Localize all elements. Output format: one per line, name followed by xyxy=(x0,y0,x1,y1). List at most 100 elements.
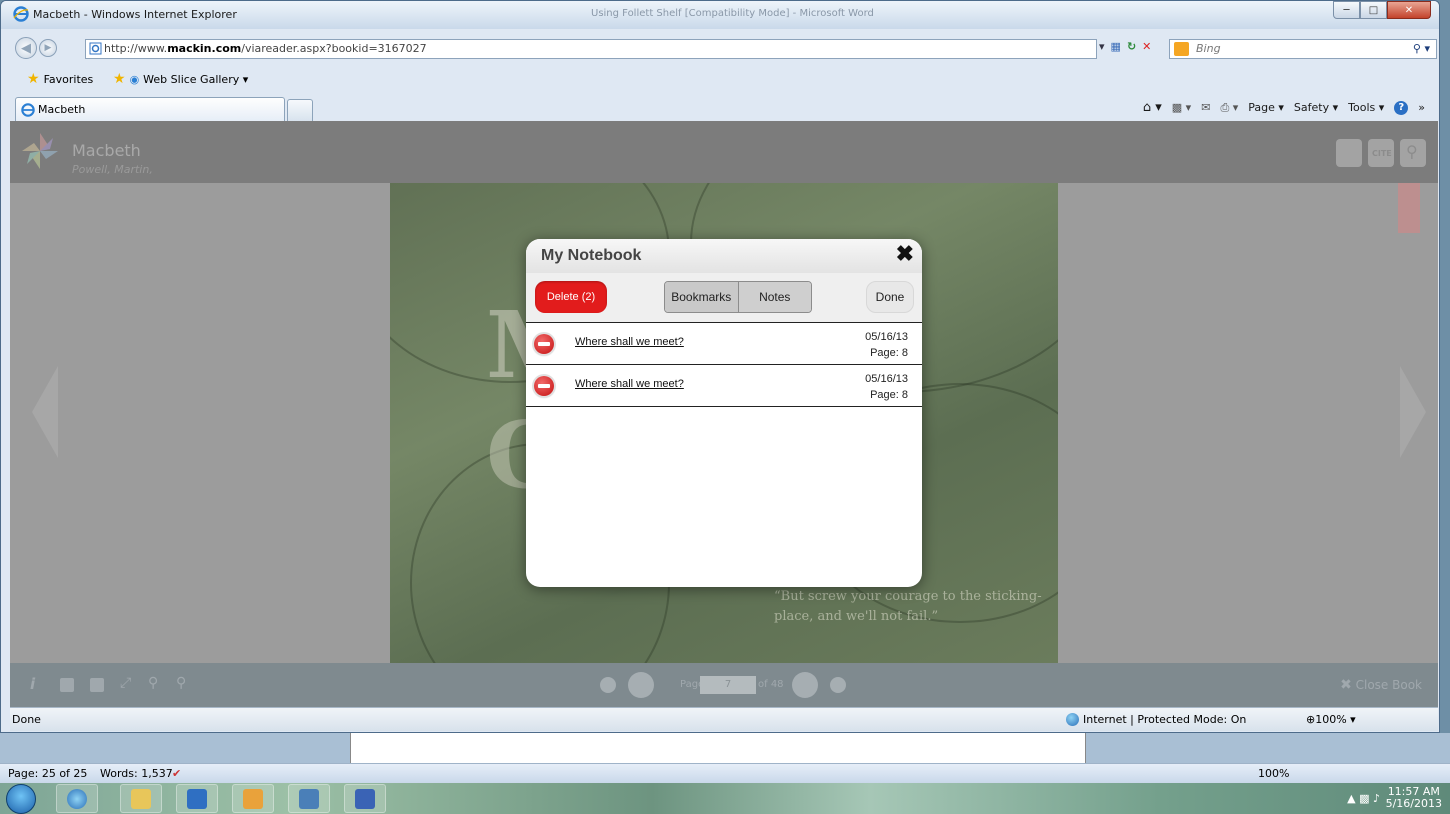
page-edge-ribbon xyxy=(1398,183,1420,233)
safety-menu[interactable]: Safety ▾ xyxy=(1294,101,1338,114)
web-slice-label: Web Slice Gallery ▾ xyxy=(143,72,249,86)
next-page-button[interactable] xyxy=(792,672,818,698)
book-author: Powell, Martin, xyxy=(72,163,153,176)
status-text: Done xyxy=(12,713,41,726)
chevron-more-icon[interactable]: » xyxy=(1418,101,1425,114)
first-page-button[interactable] xyxy=(600,677,616,693)
maximize-button[interactable]: □ xyxy=(1360,1,1387,19)
internet-explorer-icon xyxy=(21,103,35,117)
notebook-tool-button[interactable] xyxy=(1336,139,1362,167)
search-icon[interactable]: ⚲ ▾ xyxy=(1413,40,1430,58)
forward-button[interactable]: ▶ xyxy=(39,39,57,57)
close-book-button[interactable]: ✖ Close Book xyxy=(1340,677,1422,693)
delete-button[interactable]: Delete (2) xyxy=(535,281,607,313)
web-slice-gallery[interactable]: ★ ◉ Web Slice Gallery ▾ xyxy=(113,71,248,87)
add-favorite-icon: ★ xyxy=(113,71,126,87)
zoom-in-icon[interactable]: ⚲ xyxy=(148,675,162,691)
cover-quote: “But screw your courage to the sticking-… xyxy=(774,589,1042,624)
folder-icon xyxy=(131,788,151,809)
taskbar-ie-button[interactable] xyxy=(56,784,98,813)
tab-macbeth[interactable]: Macbeth xyxy=(15,97,285,121)
search-input[interactable]: Bing ⚲ ▾ xyxy=(1169,39,1437,59)
word-zoom-level[interactable]: 100% xyxy=(1258,767,1289,780)
taskbar-explorer-button[interactable] xyxy=(120,784,162,813)
entry-page: Page: 8 xyxy=(870,389,908,401)
tray-clock[interactable]: 11:57 AM 5/16/2013 xyxy=(1386,786,1442,810)
refresh-icon[interactable]: ↻ xyxy=(1127,40,1136,53)
page-number-input[interactable]: 7 xyxy=(700,676,756,694)
minimize-button[interactable]: ─ xyxy=(1333,1,1360,19)
arrow-right-icon: ▶ xyxy=(44,43,52,53)
address-bar[interactable]: http://www.mackin.com/viareader.aspx?boo… xyxy=(85,39,1097,59)
remove-item-icon[interactable] xyxy=(534,376,554,396)
notes-tool-icon[interactable] xyxy=(60,678,74,692)
tray-icons[interactable]: ▲ ▩ ♪ xyxy=(1347,792,1380,805)
bookmark-link[interactable]: Where shall we meet? xyxy=(575,336,684,348)
info-icon[interactable]: i xyxy=(30,675,44,693)
page-menu[interactable]: Page ▾ xyxy=(1248,101,1284,114)
word-word-count[interactable]: Words: 1,537 xyxy=(100,767,173,780)
list-item: Where shall we meet? 05/16/13 Page: 8 xyxy=(526,323,922,365)
address-dropdown-icon[interactable]: ▾ xyxy=(1099,40,1105,53)
start-button[interactable] xyxy=(6,784,36,814)
search-placeholder: Bing xyxy=(1196,42,1221,55)
taskbar-word-button[interactable] xyxy=(344,784,386,813)
close-icon: ✕ xyxy=(1404,4,1414,16)
remove-item-icon[interactable] xyxy=(534,334,554,354)
security-zone[interactable]: Internet | Protected Mode: On xyxy=(1066,713,1246,726)
star-icon: ★ xyxy=(27,71,40,87)
entry-date: 05/16/13 xyxy=(865,373,908,385)
close-icon[interactable]: ✖ xyxy=(896,241,914,267)
taskbar-outlook-button[interactable] xyxy=(176,784,218,813)
background-window-title: Using Follett Shelf [Compatibility Mode]… xyxy=(591,8,874,19)
mail-icon[interactable]: ✉ xyxy=(1201,101,1210,114)
bookmark-link[interactable]: Where shall we meet? xyxy=(575,378,684,390)
entry-page: Page: 8 xyxy=(870,347,908,359)
cite-icon: CITE xyxy=(1372,149,1392,158)
previous-page-button[interactable] xyxy=(628,672,654,698)
stop-icon[interactable]: ✕ xyxy=(1142,40,1151,53)
favorites-button[interactable]: ★ Favorites xyxy=(27,71,93,87)
cite-tool-button[interactable]: CITE xyxy=(1368,139,1394,167)
close-book-label: Close Book xyxy=(1355,678,1422,692)
internet-explorer-icon xyxy=(13,6,29,22)
remote-desktop-icon xyxy=(299,788,319,809)
home-icon[interactable]: ⌂ ▾ xyxy=(1143,100,1162,115)
tab-bookmarks[interactable]: Bookmarks xyxy=(665,282,739,312)
taskbar-remote-button[interactable] xyxy=(288,784,330,813)
previous-page-arrow[interactable] xyxy=(32,366,58,458)
search-tool-button[interactable]: ⚲ xyxy=(1400,139,1426,167)
magnifier-icon: ⚲ xyxy=(1406,142,1418,161)
notebook-toolbar: Delete (2) Bookmarks Notes Done xyxy=(526,273,922,323)
done-button[interactable]: Done xyxy=(866,281,914,313)
address-row: ◀ ▶ http://www.mackin.com/viareader.aspx… xyxy=(1,37,1439,61)
window-title: Macbeth - Windows Internet Explorer xyxy=(33,8,237,21)
url-domain: mackin.com xyxy=(167,42,242,55)
url-prefix: http://www. xyxy=(104,42,168,55)
zone-label: Internet | Protected Mode: On xyxy=(1083,713,1247,726)
tab-row: Macbeth ⌂ ▾ ▩ ▾ ✉ ⎙ ▾ Page ▾ Safety ▾ To… xyxy=(1,95,1439,121)
reader-header: Macbeth Powell, Martin, CITE ⚲ xyxy=(10,121,1438,183)
print-icon[interactable]: ⎙ ▾ xyxy=(1220,101,1238,115)
spelling-check-icon[interactable]: ✔ xyxy=(172,767,181,780)
zoom-out-icon[interactable]: ⚲ xyxy=(176,675,190,691)
fullscreen-icon[interactable]: ⤢ xyxy=(120,675,134,691)
tab-notes[interactable]: Notes xyxy=(738,282,811,312)
tools-menu[interactable]: Tools ▾ xyxy=(1348,101,1384,114)
taskbar-app-button[interactable] xyxy=(232,784,274,813)
help-icon[interactable]: ? xyxy=(1394,100,1409,115)
notebook-segmented-control: Bookmarks Notes xyxy=(664,281,812,313)
zoom-control[interactable]: ⊕100% ▾ xyxy=(1306,713,1356,726)
last-page-button[interactable] xyxy=(830,677,846,693)
tab-label: Macbeth xyxy=(38,103,86,116)
feeds-icon[interactable]: ▩ ▾ xyxy=(1172,101,1191,114)
clock-date: 5/16/2013 xyxy=(1385,797,1442,810)
globe-icon xyxy=(1066,713,1079,726)
word-page-count[interactable]: Page: 25 of 25 xyxy=(8,767,87,780)
compatibility-view-icon[interactable]: ▦ xyxy=(1111,40,1121,53)
close-window-button[interactable]: ✕ xyxy=(1387,1,1431,19)
next-page-arrow[interactable] xyxy=(1400,366,1426,458)
new-tab-button[interactable] xyxy=(287,99,313,121)
back-button[interactable]: ◀ xyxy=(15,37,37,59)
bookmark-tool-icon[interactable] xyxy=(90,678,104,692)
